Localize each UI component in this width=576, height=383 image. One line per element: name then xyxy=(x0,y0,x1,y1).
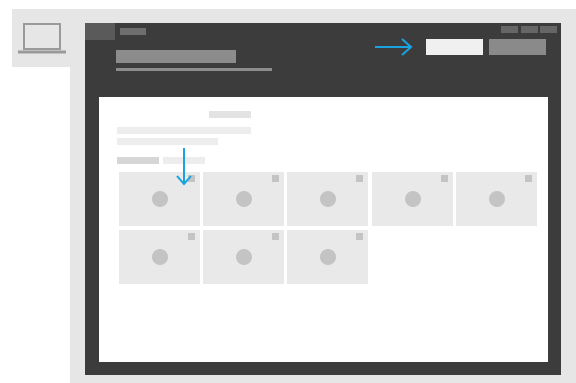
window-control-maximize[interactable] xyxy=(521,26,538,33)
page-subtitle-placeholder xyxy=(116,68,272,71)
image-tile[interactable] xyxy=(372,172,453,226)
image-tile[interactable] xyxy=(287,230,368,284)
image-placeholder-icon xyxy=(152,191,168,207)
tile-select-checkbox[interactable] xyxy=(272,175,279,182)
window-logo xyxy=(85,23,115,40)
laptop-icon xyxy=(18,23,66,54)
image-tile[interactable] xyxy=(287,172,368,226)
panel-heading-placeholder xyxy=(209,111,251,118)
tile-select-checkbox[interactable] xyxy=(188,233,195,240)
content-panel xyxy=(99,97,548,362)
tile-select-checkbox[interactable] xyxy=(272,233,279,240)
panel-text-line xyxy=(117,138,218,145)
device-tab[interactable] xyxy=(12,9,70,67)
image-placeholder-icon xyxy=(405,191,421,207)
secondary-button[interactable] xyxy=(489,39,546,55)
page xyxy=(0,0,576,383)
window-control-minimize[interactable] xyxy=(501,26,518,33)
tile-select-checkbox[interactable] xyxy=(525,175,532,182)
image-tile[interactable] xyxy=(119,230,200,284)
window-control-close[interactable] xyxy=(540,26,557,33)
tile-select-checkbox[interactable] xyxy=(356,233,363,240)
arrow-right-icon xyxy=(375,38,413,56)
tile-select-checkbox[interactable] xyxy=(356,175,363,182)
page-title-placeholder xyxy=(116,50,236,63)
image-placeholder-icon xyxy=(320,249,336,265)
image-tile[interactable] xyxy=(203,172,284,226)
image-tile[interactable] xyxy=(456,172,537,226)
image-placeholder-icon xyxy=(489,191,505,207)
window-menu[interactable] xyxy=(120,28,146,35)
image-placeholder-icon xyxy=(236,249,252,265)
app-window xyxy=(85,23,561,375)
image-placeholder-icon xyxy=(320,191,336,207)
image-tile[interactable] xyxy=(203,230,284,284)
panel-tab-active[interactable] xyxy=(117,157,159,164)
panel-text-line xyxy=(117,127,251,134)
arrow-down-icon xyxy=(176,148,192,186)
tile-select-checkbox[interactable] xyxy=(441,175,448,182)
image-placeholder-icon xyxy=(236,191,252,207)
primary-button[interactable] xyxy=(426,39,483,55)
image-placeholder-icon xyxy=(152,249,168,265)
